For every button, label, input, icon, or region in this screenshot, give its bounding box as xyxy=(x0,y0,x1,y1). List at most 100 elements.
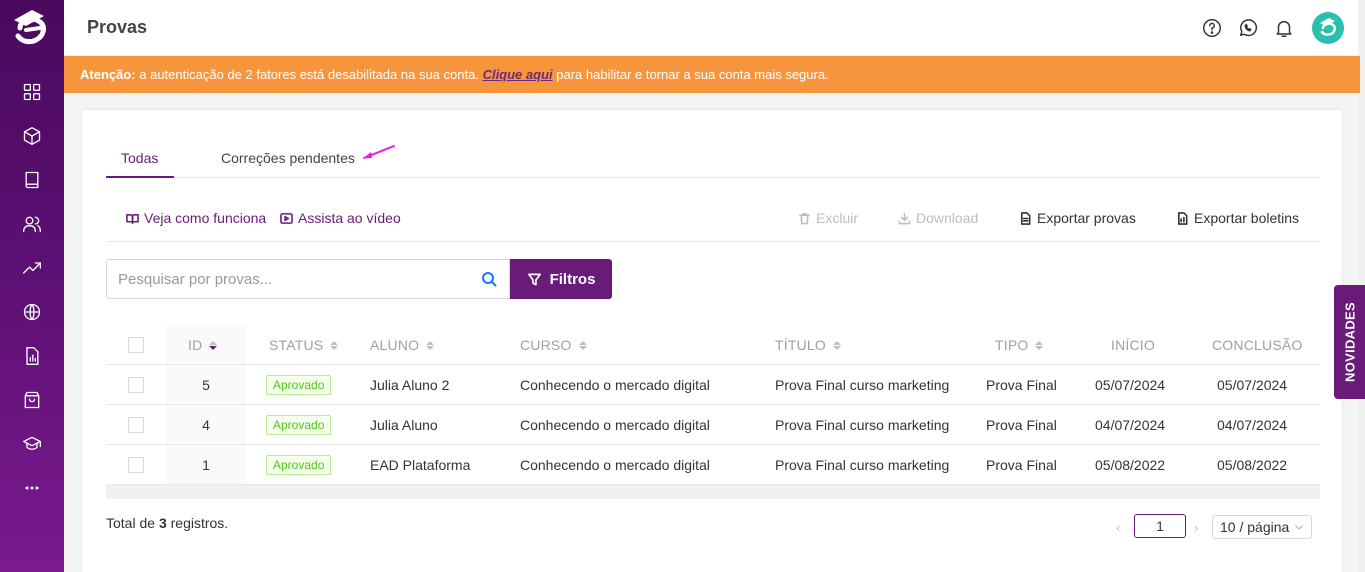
pointer-arrow-icon xyxy=(363,145,395,159)
row-titulo: Prova Final curso marketing xyxy=(775,456,950,473)
table-row[interactable]: 5 Aprovado Julia Aluno 2 Conhecendo o me… xyxy=(106,365,1320,405)
filters-button[interactable]: Filtros xyxy=(510,259,612,299)
watch-video-link[interactable]: Assista ao vídeo xyxy=(280,210,401,226)
col-tipo[interactable]: TIPO xyxy=(995,326,1044,364)
two-factor-alert: Atenção: a autenticação de 2 fatores est… xyxy=(64,56,1360,93)
row-aluno: EAD Plataforma xyxy=(370,456,471,473)
export-exams-label: Exportar provas xyxy=(1037,210,1136,226)
sort-icon xyxy=(578,340,587,350)
row-curso: Conhecendo o mercado digital xyxy=(520,456,710,473)
total-records: Total de 3 registros. xyxy=(106,515,229,531)
col-conclusao: CONCLUSÃO xyxy=(1212,337,1303,353)
col-curso[interactable]: CURSO xyxy=(520,326,587,364)
table-header: ID STATUS ALUNO CURSO TÍTULO TIPO INÍCIO… xyxy=(106,326,1320,365)
row-checkbox[interactable] xyxy=(128,376,144,393)
col-id[interactable]: ID xyxy=(188,326,218,364)
col-status[interactable]: STATUS xyxy=(269,326,339,364)
top-header: Provas xyxy=(64,0,1358,56)
alert-text: a autenticação de 2 fatores está desabil… xyxy=(139,67,479,82)
cube-icon[interactable] xyxy=(20,124,44,148)
next-page-icon[interactable]: › xyxy=(1194,520,1204,535)
export-exams-button[interactable]: Exportar provas xyxy=(1019,210,1136,226)
prev-page-icon[interactable]: ‹ xyxy=(1116,520,1126,535)
row-inicio: 05/07/2024 xyxy=(1095,376,1166,393)
page-title: Provas xyxy=(87,17,148,37)
row-id: 4 xyxy=(202,416,210,433)
row-checkbox[interactable] xyxy=(128,456,144,473)
select-all-checkbox[interactable] xyxy=(128,337,144,353)
table-horizontal-scrollbar[interactable] xyxy=(106,485,1320,499)
novidades-tab[interactable]: NOVIDADES xyxy=(1334,285,1365,399)
filter-icon xyxy=(527,273,541,285)
row-tipo: Prova Final xyxy=(986,456,1057,473)
row-id: 1 xyxy=(202,456,210,473)
status-badge: Aprovado xyxy=(266,414,332,435)
avatar[interactable] xyxy=(1312,12,1344,44)
table-row[interactable]: 1 Aprovado EAD Plataforma Conhecendo o m… xyxy=(106,445,1320,485)
bell-icon[interactable] xyxy=(1273,17,1295,39)
row-curso: Conhecendo o mercado digital xyxy=(520,376,710,393)
download-icon xyxy=(898,212,911,224)
row-conclusao: 05/08/2022 xyxy=(1217,456,1288,473)
tab-all[interactable]: Todas xyxy=(121,150,158,166)
tabs: Todas Correções pendentes xyxy=(106,140,1320,178)
current-page-button[interactable]: 1 xyxy=(1134,514,1186,538)
col-inicio: INÍCIO xyxy=(1111,337,1155,353)
sidebar xyxy=(0,0,64,572)
toolbar: Veja como funciona Assista ao vídeo Excl… xyxy=(106,202,1320,242)
search-box xyxy=(106,259,510,299)
row-titulo: Prova Final curso marketing xyxy=(775,376,950,393)
help-circle-icon[interactable] xyxy=(1201,17,1223,39)
row-conclusao: 04/07/2024 xyxy=(1217,416,1288,433)
row-tipo: Prova Final xyxy=(986,416,1057,433)
video-icon xyxy=(280,212,293,224)
sort-icon xyxy=(832,340,841,350)
exams-table: ID STATUS ALUNO CURSO TÍTULO TIPO INÍCIO… xyxy=(106,326,1320,499)
download-label: Download xyxy=(916,210,979,226)
whatsapp-icon[interactable] xyxy=(1237,17,1259,39)
watch-video-label: Assista ao vídeo xyxy=(298,210,401,226)
status-badge: Aprovado xyxy=(266,374,332,395)
book-icon[interactable] xyxy=(20,168,44,192)
search-icon[interactable] xyxy=(481,271,497,287)
table-row[interactable]: 4 Aprovado Julia Aluno Conhecendo o merc… xyxy=(106,405,1320,445)
col-aluno[interactable]: ALUNO xyxy=(370,326,435,364)
file-report-icon xyxy=(1177,211,1188,225)
row-tipo: Prova Final xyxy=(986,376,1057,393)
users-icon[interactable] xyxy=(20,212,44,236)
trend-up-icon[interactable] xyxy=(20,256,44,280)
row-checkbox[interactable] xyxy=(128,416,144,433)
sort-icon xyxy=(1035,340,1044,350)
row-titulo: Prova Final curso marketing xyxy=(775,416,950,433)
enable-2fa-link[interactable]: Clique aqui xyxy=(483,67,553,82)
trash-icon xyxy=(799,212,810,224)
book-open-icon xyxy=(126,213,139,224)
row-conclusao: 05/07/2024 xyxy=(1217,376,1288,393)
filters-label: Filtros xyxy=(549,270,596,288)
alert-suffix: para habilitar e tornar a sua conta mais… xyxy=(556,67,829,82)
dashboard-icon[interactable] xyxy=(20,80,44,104)
graduation-cap-icon[interactable] xyxy=(20,432,44,456)
report-icon[interactable] xyxy=(20,344,44,368)
row-inicio: 04/07/2024 xyxy=(1095,416,1166,433)
export-reports-button[interactable]: Exportar boletins xyxy=(1176,210,1299,226)
shopping-bag-icon[interactable] xyxy=(20,388,44,412)
logo-icon[interactable] xyxy=(10,6,54,50)
more-icon[interactable] xyxy=(20,476,44,500)
chevron-down-icon xyxy=(1295,525,1303,530)
row-aluno: Julia Aluno xyxy=(370,416,438,433)
delete-label: Excluir xyxy=(816,210,859,226)
sort-icon xyxy=(330,340,339,350)
exams-card: Todas Correções pendentes Veja como func… xyxy=(81,109,1343,572)
search-input[interactable] xyxy=(107,260,467,298)
row-inicio: 05/08/2022 xyxy=(1095,456,1166,473)
active-tab-indicator xyxy=(106,176,174,178)
globe-icon[interactable] xyxy=(20,300,44,324)
delete-button[interactable]: Excluir xyxy=(798,210,858,226)
page-size-select[interactable]: 10 / página xyxy=(1212,515,1312,539)
tab-pending-corrections[interactable]: Correções pendentes xyxy=(221,150,355,166)
download-button[interactable]: Download xyxy=(898,210,978,226)
sort-icon xyxy=(209,340,218,350)
col-titulo[interactable]: TÍTULO xyxy=(775,326,841,364)
how-it-works-link[interactable]: Veja como funciona xyxy=(126,210,266,226)
